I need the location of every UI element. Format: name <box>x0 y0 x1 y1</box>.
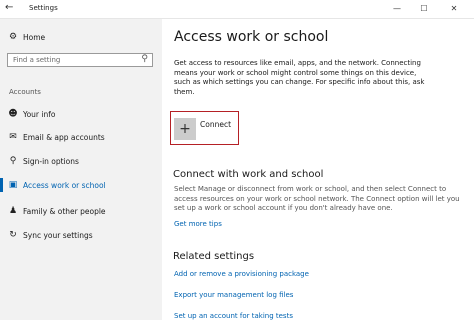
maximize-button[interactable]: ☐ <box>413 1 435 17</box>
set-up-test-account-link[interactable]: Set up an account for taking tests <box>174 312 293 320</box>
active-indicator <box>0 178 3 192</box>
gear-icon: ⚙ <box>8 32 18 42</box>
section-label: Accounts <box>9 88 41 96</box>
sidebar-item-access-work[interactable]: ▣ Access work or school <box>0 175 162 195</box>
connect-button[interactable]: + <box>174 118 196 140</box>
sidebar-item-email[interactable]: ✉ Email & app accounts <box>0 127 162 147</box>
sidebar-item-family[interactable]: ♟ Family & other people <box>0 201 162 221</box>
related-settings-heading: Related settings <box>173 251 255 262</box>
search-placeholder: Find a setting <box>13 56 61 64</box>
sidebar-item-label: Email & app accounts <box>23 133 105 142</box>
sidebar-item-label: Family & other people <box>23 207 106 216</box>
sidebar-item-sync[interactable]: ↻ Sync your settings <box>0 225 162 245</box>
sidebar-item-label: Sign-in options <box>23 157 79 166</box>
sidebar-item-label: Access work or school <box>23 181 106 190</box>
key-icon: ⚲ <box>9 156 17 166</box>
provisioning-package-link[interactable]: Add or remove a provisioning package <box>174 270 309 278</box>
sidebar-item-label: Your info <box>23 110 56 119</box>
minimize-button[interactable]: — <box>386 1 408 17</box>
sidebar-item-label: Home <box>23 33 46 42</box>
connect-section-heading: Connect with work and school <box>173 169 324 180</box>
main-content: Access work or school Get access to reso… <box>162 19 474 320</box>
page-description: Get access to resources like email, apps… <box>174 59 425 97</box>
get-more-tips-link[interactable]: Get more tips <box>174 220 222 228</box>
briefcase-icon: ▣ <box>8 180 18 190</box>
people-icon: ♟ <box>8 206 18 216</box>
sidebar-item-your-info[interactable]: ☻ Your info <box>0 104 162 124</box>
page-title: Access work or school <box>174 29 329 45</box>
window-title: Settings <box>29 4 58 12</box>
search-input[interactable]: Find a setting ⚲ <box>7 53 153 67</box>
sync-icon: ↻ <box>9 230 17 240</box>
connect-section-description: Select Manage or disconnect from work or… <box>174 185 460 213</box>
sidebar-item-sign-in[interactable]: ⚲ Sign-in options <box>0 151 162 171</box>
search-icon: ⚲ <box>141 54 148 64</box>
sidebar-item-home[interactable]: ⚙ Home <box>0 27 162 47</box>
back-arrow-icon[interactable]: ← <box>5 2 13 13</box>
export-log-files-link[interactable]: Export your management log files <box>174 291 293 299</box>
connect-label[interactable]: Connect <box>200 120 231 129</box>
person-icon: ☻ <box>8 109 18 119</box>
mail-icon: ✉ <box>9 132 17 142</box>
title-bar: ← Settings — ☐ ✕ <box>0 0 474 19</box>
close-button[interactable]: ✕ <box>443 1 465 17</box>
sidebar: ⚙ Home Find a setting ⚲ Accounts ☻ Your … <box>0 19 162 320</box>
sidebar-item-label: Sync your settings <box>23 231 93 240</box>
plus-icon: + <box>179 121 191 137</box>
